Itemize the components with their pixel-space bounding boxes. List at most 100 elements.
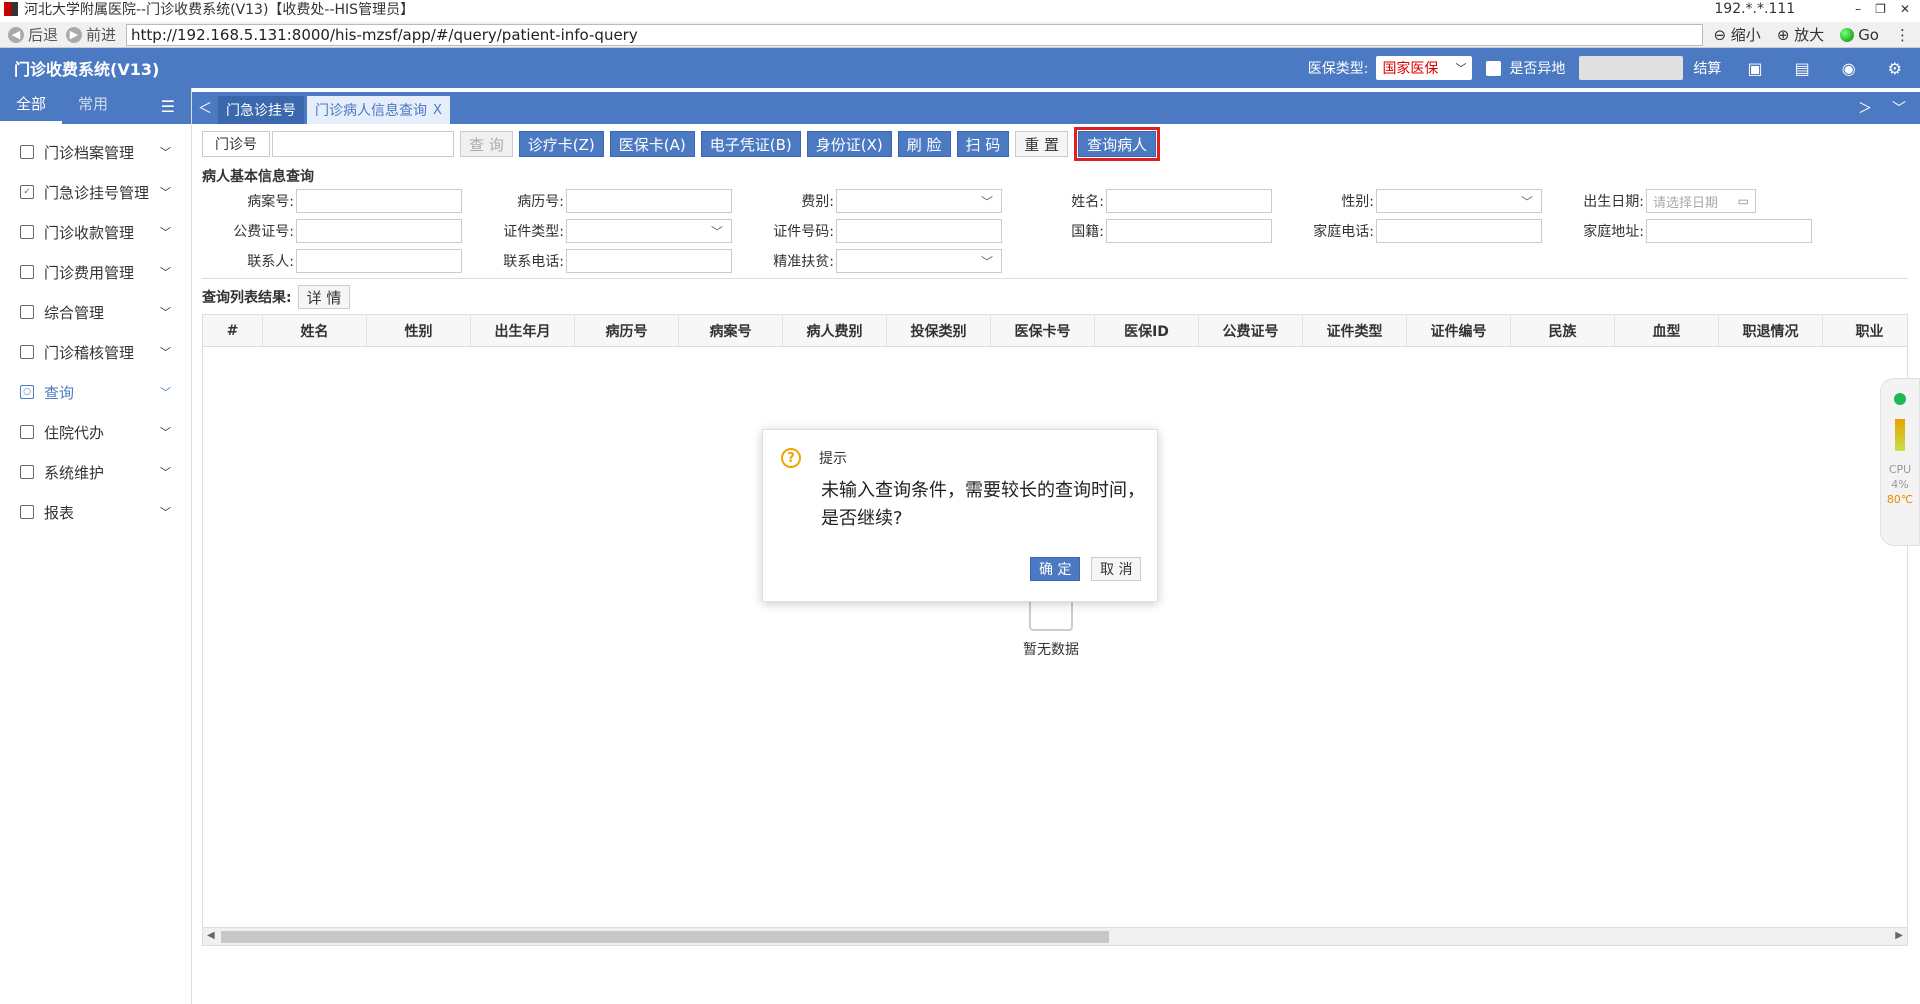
scroll-left-icon[interactable]: ◀ [207, 930, 215, 941]
sidebar-item-query[interactable]: ○ 查询 ﹀ [0, 372, 191, 412]
column-header[interactable]: 出生年月 [471, 315, 575, 346]
tab-menu-chevron-icon[interactable]: ﹀ [1892, 98, 1906, 118]
minimize-button[interactable]: – [1855, 2, 1861, 16]
tab-patient-info-query[interactable]: 门诊病人信息查询 X [307, 96, 450, 124]
other-place-checkbox[interactable] [1486, 60, 1502, 76]
home-address-input[interactable] [1646, 219, 1812, 243]
document-icon[interactable]: ▤ [1795, 59, 1810, 78]
query-button[interactable]: 查 询 [460, 131, 513, 157]
tab-registration[interactable]: 门急诊挂号 [218, 96, 304, 124]
column-header[interactable]: 投保类别 [887, 315, 991, 346]
go-globe-icon [1840, 28, 1855, 42]
back-label: 后退 [28, 26, 59, 44]
column-header[interactable]: 性别 [367, 315, 471, 346]
sidebar-item-system[interactable]: 系统维护 ﹀ [0, 452, 191, 492]
restore-button[interactable]: ❐ [1875, 2, 1886, 16]
case-no-input[interactable] [296, 189, 462, 213]
poverty-aid-select[interactable]: ﹀ [836, 249, 1002, 273]
insurance-type-select[interactable]: 国家医保 ﹀ [1376, 56, 1473, 80]
e-voucher-button[interactable]: 电子凭证(B) [700, 131, 801, 157]
sidebar-tab-all[interactable]: 全部 [0, 88, 63, 124]
field-label: 联系人: [247, 254, 294, 270]
cancel-button[interactable]: 取 消 [1091, 557, 1142, 581]
confirm-button[interactable]: 确 定 [1030, 557, 1081, 581]
search-icon: ○ [20, 385, 34, 399]
column-header[interactable]: 职业 [1823, 315, 1907, 346]
magnifier-plus-icon: ⊕ [1776, 26, 1790, 44]
contact-phone-input[interactable] [566, 249, 732, 273]
gear-icon[interactable]: ⚙ [1888, 59, 1902, 78]
sidebar-item-archive[interactable]: 门诊档案管理 ﹀ [0, 132, 191, 172]
other-place-label: 是否异地 [1509, 61, 1566, 77]
settle-button[interactable]: 结算 [1693, 58, 1721, 78]
column-header[interactable]: 病历号 [575, 315, 679, 346]
contact-input[interactable] [296, 249, 462, 273]
more-icon[interactable]: ⋮ [1895, 26, 1910, 44]
clinic-card-button[interactable]: 诊疗卡(Z) [518, 131, 604, 157]
column-header[interactable]: 血型 [1615, 315, 1719, 346]
forward-button[interactable]: ▶ 前进 [66, 24, 116, 45]
clinic-no-input[interactable] [272, 131, 454, 157]
reset-button[interactable]: 重 置 [1015, 131, 1069, 157]
column-header[interactable]: # [203, 315, 263, 346]
cpu-monitor-widget[interactable]: CPU 4% 80℃ [1880, 378, 1920, 546]
column-header[interactable]: 病案号 [679, 315, 783, 346]
id-card-icon[interactable]: ▣ [1747, 59, 1762, 78]
name-input[interactable] [1106, 189, 1272, 213]
sidebar: 全部 常用 ☰ 门诊档案管理 ﹀ ✓ 门急诊挂号管理 ﹀ 门诊收款管理 ﹀ 门诊费用管理… [0, 88, 192, 1004]
column-header[interactable]: 病人费别 [783, 315, 887, 346]
nationality-input[interactable] [1106, 219, 1272, 243]
sidebar-item-fees[interactable]: 门诊费用管理 ﹀ [0, 252, 191, 292]
sidebar-item-registration[interactable]: ✓ 门急诊挂号管理 ﹀ [0, 172, 191, 212]
column-header[interactable]: 民族 [1511, 315, 1615, 346]
column-header[interactable]: 姓名 [263, 315, 367, 346]
tab-close-icon[interactable]: X [433, 103, 442, 118]
eye-icon[interactable]: ◉ [1842, 59, 1856, 78]
go-button[interactable]: Go [1840, 26, 1879, 44]
sidebar-item-inpatient[interactable]: 住院代办 ﹀ [0, 412, 191, 452]
sidebar-tab-common[interactable]: 常用 [62, 88, 124, 124]
insurance-card-button[interactable]: 医保卡(A) [609, 131, 695, 157]
sidebar-item-label: 门急诊挂号管理 [44, 183, 150, 202]
url-field[interactable]: http://192.168.5.131:8000/his-mzsf/app/#… [126, 23, 1704, 46]
column-header[interactable]: 职退情况 [1719, 315, 1823, 346]
column-header[interactable]: 公费证号 [1199, 315, 1303, 346]
settlement-input[interactable] [1579, 56, 1684, 80]
table-header: # 姓名 性别 出生年月 病历号 病案号 病人费别 投保类别 医保卡号 医保ID… [203, 315, 1907, 347]
dialog-message: 未输入查询条件，需要较长的查询时间，是否继续? [821, 480, 1145, 529]
field-label: 联系电话: [503, 254, 564, 270]
home-phone-input[interactable] [1376, 219, 1542, 243]
zoom-in-button[interactable]: ⊕ 放大 [1777, 24, 1824, 45]
birth-date-picker[interactable]: 请选择日期 ▭ [1646, 189, 1756, 213]
query-patient-button[interactable]: 查询病人 [1074, 127, 1161, 161]
face-scan-button[interactable]: 刷 脸 [897, 131, 951, 157]
tab-scroll-right-icon[interactable]: ＞ [1858, 98, 1872, 118]
scroll-right-icon[interactable]: ▶ [1895, 930, 1903, 941]
gender-select[interactable]: ﹀ [1376, 189, 1542, 213]
scrollbar-thumb[interactable] [221, 931, 1109, 943]
sidebar-item-reports[interactable]: 报表 ﹀ [0, 492, 191, 532]
horizontal-scrollbar[interactable]: ◀ ▶ [203, 927, 1907, 945]
close-window-button[interactable]: ✕ [1900, 2, 1910, 16]
sidebar-item-audit[interactable]: 门诊稽核管理 ﹀ [0, 332, 191, 372]
sidebar-item-collection[interactable]: 门诊收款管理 ﹀ [0, 212, 191, 252]
detail-button[interactable]: 详 情 [297, 285, 351, 309]
public-fee-no-input[interactable] [296, 219, 462, 243]
column-header[interactable]: 证件编号 [1407, 315, 1511, 346]
column-header[interactable]: 医保卡号 [991, 315, 1095, 346]
back-button[interactable]: ◀ 后退 [8, 24, 58, 45]
column-header[interactable]: 医保ID [1095, 315, 1199, 346]
id-type-select[interactable]: ﹀ [566, 219, 732, 243]
record-no-input[interactable] [566, 189, 732, 213]
zoom-out-button[interactable]: ⊖ 缩小 [1713, 24, 1760, 45]
scan-code-button[interactable]: 扫 码 [956, 131, 1010, 157]
column-header[interactable]: 证件类型 [1303, 315, 1407, 346]
fee-type-select[interactable]: ﹀ [836, 189, 1002, 213]
field-label: 费别: [801, 194, 834, 210]
id-number-input[interactable] [836, 219, 1002, 243]
sidebar-item-label: 门诊稽核管理 [44, 343, 135, 362]
id-card-button[interactable]: 身份证(X) [806, 131, 892, 157]
tab-scroll-left-icon[interactable]: ＜ [192, 92, 218, 124]
sidebar-item-general[interactable]: 综合管理 ﹀ [0, 292, 191, 332]
menu-toggle-icon[interactable]: ☰ [161, 97, 175, 116]
